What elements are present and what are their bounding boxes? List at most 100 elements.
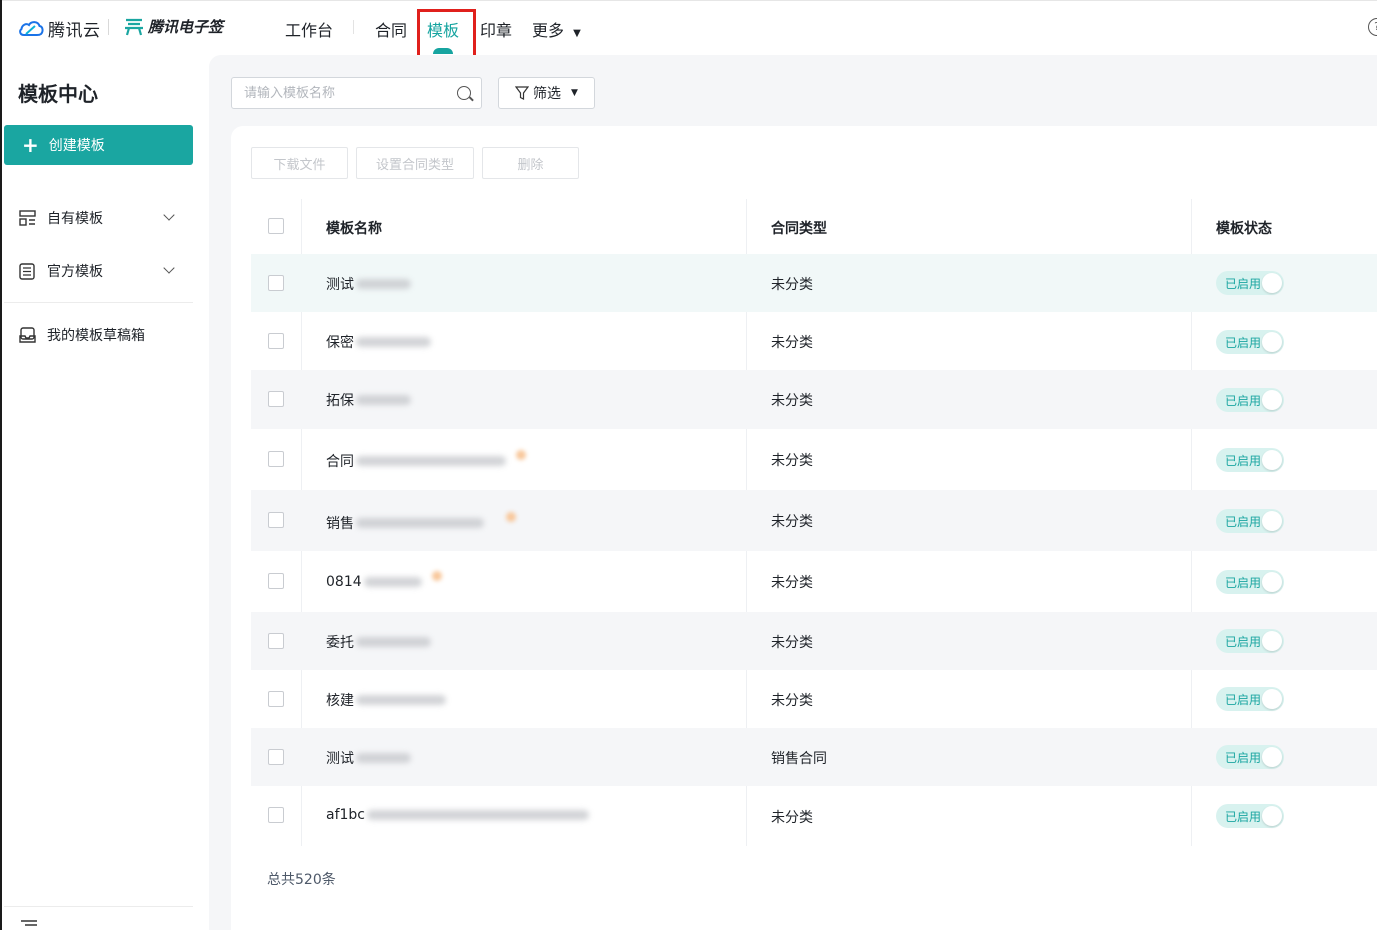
status-label: 已启用 [1225,336,1262,350]
cloud-icon [19,20,44,36]
contract-type: 销售合同 [771,751,827,767]
help-icon[interactable]: ? [1368,18,1377,36]
top-nav: 腾讯云 腾讯电子签 工作台 合同 模板 印章 更多 ▼ ? [2,0,1377,67]
redacted-text [363,577,422,587]
template-name[interactable]: 测试 [326,748,411,768]
nav-seal[interactable]: 印章 [480,17,512,41]
tencent-cloud-name: 腾讯云 [48,21,101,41]
row-checkbox[interactable] [268,633,284,649]
nav-contract[interactable]: 合同 [375,17,407,41]
contract-type: 未分类 [771,693,813,709]
table-row[interactable]: 委托 未分类 已启用 [251,612,1377,670]
table-row[interactable]: 拓保 未分类 已启用 [251,370,1377,429]
toggle-knob [1262,747,1282,767]
status-label: 已启用 [1225,810,1262,824]
status-label: 已启用 [1225,635,1262,649]
contract-type: 未分类 [771,277,813,293]
table-row[interactable]: 保密 未分类 已启用 [251,312,1377,370]
row-checkbox[interactable] [268,691,284,707]
header-template-name: 模板名称 [326,221,382,237]
status-toggle[interactable]: 已启用 [1216,271,1284,295]
row-checkbox[interactable] [268,275,284,291]
contract-type: 未分类 [771,335,813,351]
row-checkbox[interactable] [268,749,284,765]
status-label: 已启用 [1225,576,1262,590]
create-template-button[interactable]: + 创建模板 [4,125,193,165]
status-label: 已启用 [1225,277,1262,291]
row-checkbox[interactable] [268,573,284,589]
status-toggle[interactable]: 已启用 [1216,629,1284,653]
caret-down-icon: ▼ [571,88,578,98]
collapse-menu-icon[interactable] [20,920,38,930]
row-checkbox[interactable] [268,333,284,349]
toggle-knob [1262,572,1282,592]
sidebar-item-drafts[interactable]: 我的模板草稿箱 [18,322,193,348]
row-checkbox[interactable] [268,391,284,407]
delete-button[interactable]: 删除 [482,147,579,179]
template-name[interactable]: 保密 [326,332,431,352]
status-toggle[interactable]: 已启用 [1216,745,1284,769]
document-icon [18,262,36,280]
redacted-text [356,456,506,466]
toggle-knob [1262,450,1282,470]
template-name[interactable]: 合同 [326,450,526,471]
search-input[interactable] [232,78,442,108]
table-row[interactable]: 核建 未分类 已启用 [251,670,1377,728]
nav-more[interactable]: 更多 ▼ [532,17,581,41]
sidebar-item-official-templates[interactable]: 官方模板 [18,258,193,284]
esign-icon [125,18,143,35]
status-toggle[interactable]: 已启用 [1216,804,1284,828]
table-row[interactable]: 0814 未分类 已启用 [251,551,1377,612]
sidebar-divider [4,302,193,303]
caret-down-icon: ▼ [573,28,581,39]
template-name[interactable]: 销售 [326,512,516,533]
esign-logo[interactable]: 腾讯电子签 [124,16,223,37]
template-name[interactable]: af1bc [326,807,589,823]
template-search[interactable] [231,77,482,109]
status-toggle[interactable]: 已启用 [1216,570,1284,594]
chevron-down-icon[interactable] [163,262,175,274]
template-name[interactable]: 委托 [326,632,431,652]
nav-divider [353,20,354,34]
filter-label: 筛选 [533,86,561,102]
download-file-button[interactable]: 下载文件 [251,147,348,179]
tencent-cloud-logo[interactable]: 腾讯云 [18,16,101,41]
status-toggle[interactable]: 已启用 [1216,330,1284,354]
template-name[interactable]: 0814 [326,571,442,590]
row-checkbox[interactable] [268,807,284,823]
redacted-text [367,810,589,820]
row-checkbox[interactable] [268,451,284,467]
redacted-text [356,518,484,528]
toggle-knob [1262,390,1282,410]
nav-workbench[interactable]: 工作台 [285,17,333,41]
search-icon[interactable] [457,86,471,100]
plus-icon: + [22,133,39,157]
table-row[interactable]: 合同 未分类 已启用 [251,429,1377,490]
table-row[interactable]: 销售 未分类 已启用 [251,490,1377,551]
set-contract-type-button[interactable]: 设置合同类型 [356,147,474,179]
contract-type: 未分类 [771,810,813,826]
table-row[interactable]: 测试 未分类 已启用 [251,254,1377,312]
status-toggle[interactable]: 已启用 [1216,509,1284,533]
redacted-text [356,695,446,705]
status-toggle[interactable]: 已启用 [1216,687,1284,711]
template-name[interactable]: 测试 [326,274,411,294]
status-toggle[interactable]: 已启用 [1216,448,1284,472]
sidebar-item-own-templates[interactable]: 自有模板 [18,205,193,231]
table-row[interactable]: af1bc 未分类 已启用 [251,786,1377,846]
table-row[interactable]: 测试 销售合同 已启用 [251,728,1377,786]
status-label: 已启用 [1225,515,1262,529]
template-name[interactable]: 核建 [326,690,446,710]
status-label: 已启用 [1225,454,1262,468]
filter-button[interactable]: 筛选 ▼ [498,77,595,109]
esign-name: 腾讯电子签 [148,18,224,36]
select-all-checkbox[interactable] [268,218,284,234]
drafts-icon [18,326,36,344]
chevron-down-icon[interactable] [163,209,175,221]
row-checkbox[interactable] [268,512,284,528]
status-label: 已启用 [1225,693,1262,707]
template-name[interactable]: 拓保 [326,390,411,410]
header-contract-type: 合同类型 [771,221,827,237]
sidebar-item-label: 官方模板 [47,264,103,280]
status-toggle[interactable]: 已启用 [1216,388,1284,412]
